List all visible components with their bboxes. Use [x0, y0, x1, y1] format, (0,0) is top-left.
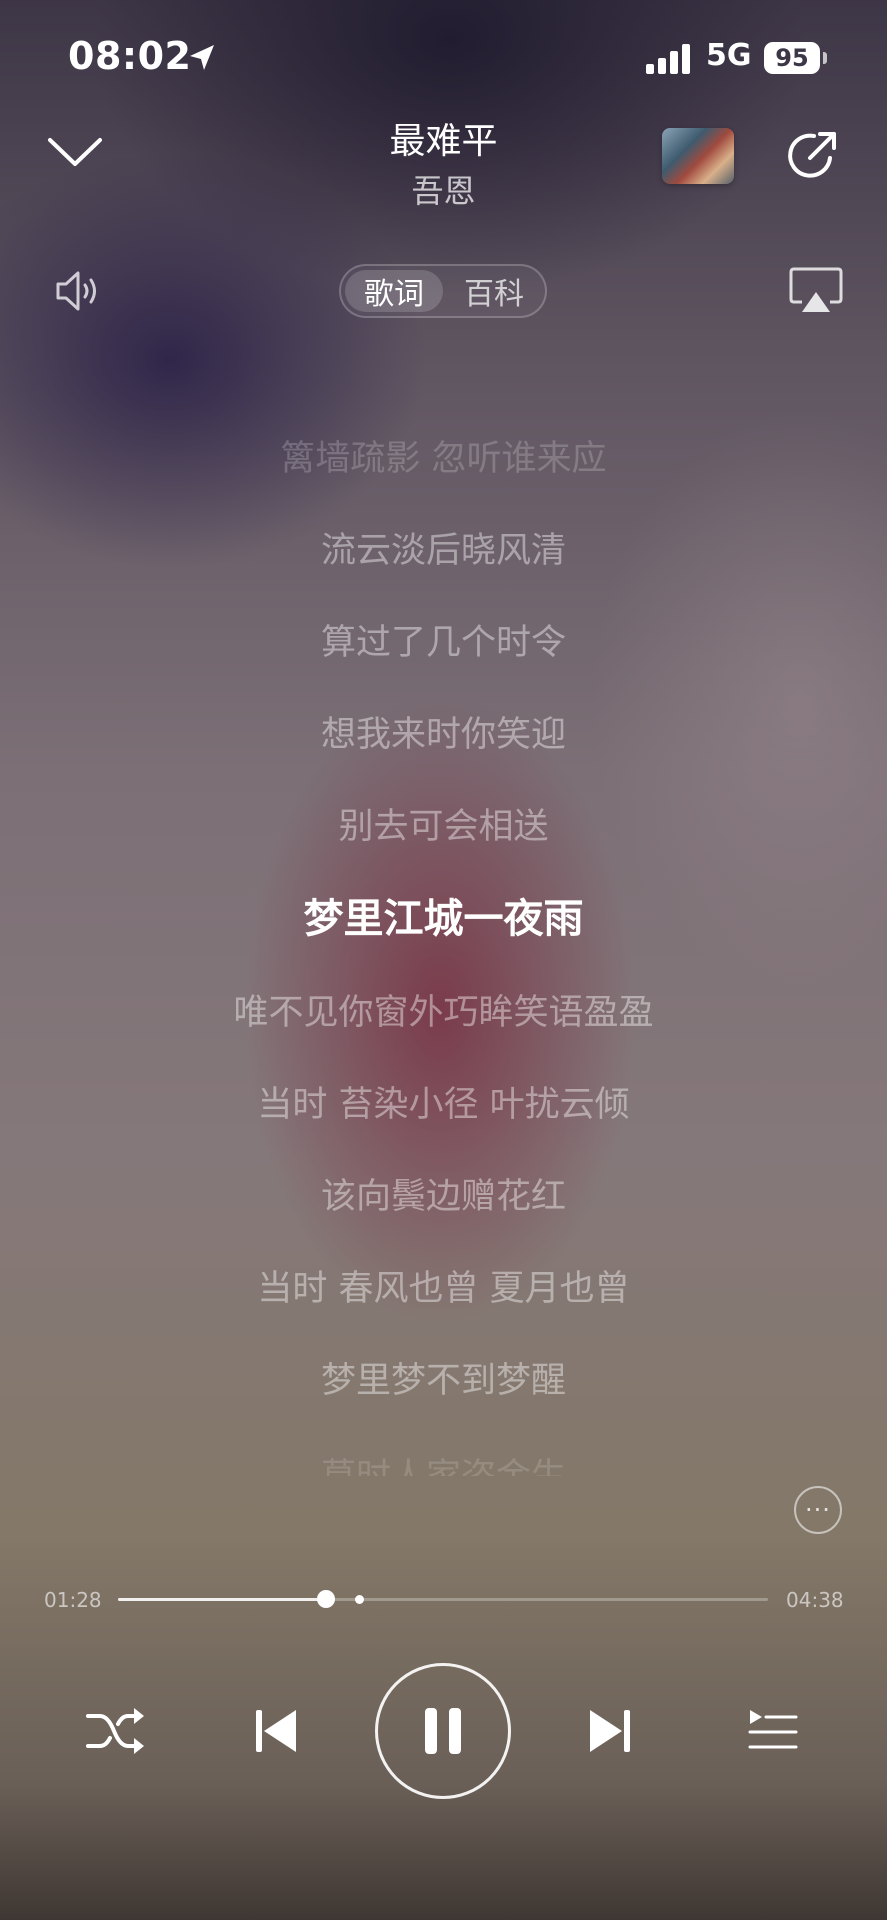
status-time: 08:02: [68, 34, 192, 78]
playlist-icon[interactable]: [746, 1708, 798, 1754]
tab-wiki[interactable]: 百科: [445, 270, 543, 312]
lyric-line[interactable]: 当时 苔染小径 叶扰云倾: [0, 1076, 887, 1127]
volume-icon[interactable]: [54, 268, 102, 314]
previous-track-icon[interactable]: [252, 1706, 300, 1756]
battery-indicator: 95: [764, 42, 820, 74]
lyric-line[interactable]: 流云淡后晓风清: [0, 522, 887, 573]
lyric-line[interactable]: 算过了几个时令: [0, 614, 887, 665]
more-options-icon[interactable]: ···: [794, 1486, 842, 1534]
pause-icon[interactable]: [375, 1663, 511, 1799]
current-lyric-line[interactable]: 梦里江城一夜雨: [0, 886, 887, 944]
song-title: 最难平: [389, 121, 498, 162]
lyric-line[interactable]: 梦里梦不到梦醒: [0, 1352, 887, 1403]
artist-name[interactable]: 吾恩: [240, 166, 647, 212]
elapsed-time: 01:28: [44, 1588, 102, 1612]
share-icon[interactable]: [784, 128, 840, 184]
network-type: 5G: [706, 38, 752, 73]
buffer-marker: [354, 1595, 364, 1604]
album-cover-thumbnail[interactable]: [662, 128, 734, 184]
chevron-down-icon[interactable]: [46, 132, 104, 172]
battery-cap: [823, 52, 827, 64]
lyric-line[interactable]: 莫时人家盗金生: [0, 1448, 887, 1476]
lyric-line[interactable]: 唯不见你窗外巧眸笑语盈盈: [0, 984, 887, 1035]
airplay-icon[interactable]: [788, 266, 844, 316]
lyric-line[interactable]: 想我来时你笑迎: [0, 706, 887, 757]
total-time: 04:38: [786, 1588, 844, 1612]
lyric-line[interactable]: 当时 春风也曾 夏月也曾: [0, 1260, 887, 1311]
tab-lyrics[interactable]: 歌词: [345, 270, 443, 312]
location-arrow-icon: [186, 42, 218, 74]
next-track-icon[interactable]: [586, 1706, 634, 1756]
lyric-line[interactable]: 篱墙疏影 忽听谁来应: [0, 430, 887, 481]
cellular-signal-icon: [646, 44, 694, 74]
shuffle-icon[interactable]: [84, 1704, 146, 1758]
lyric-line[interactable]: 该向鬓边赠花红: [0, 1168, 887, 1219]
lyric-line[interactable]: 别去可会相送: [0, 798, 887, 849]
progress-fill: [118, 1598, 326, 1601]
progress-thumb[interactable]: [317, 1590, 335, 1608]
lyrics-wiki-segmented-control: 歌词 百科: [339, 264, 547, 318]
progress-slider[interactable]: [118, 1590, 768, 1608]
